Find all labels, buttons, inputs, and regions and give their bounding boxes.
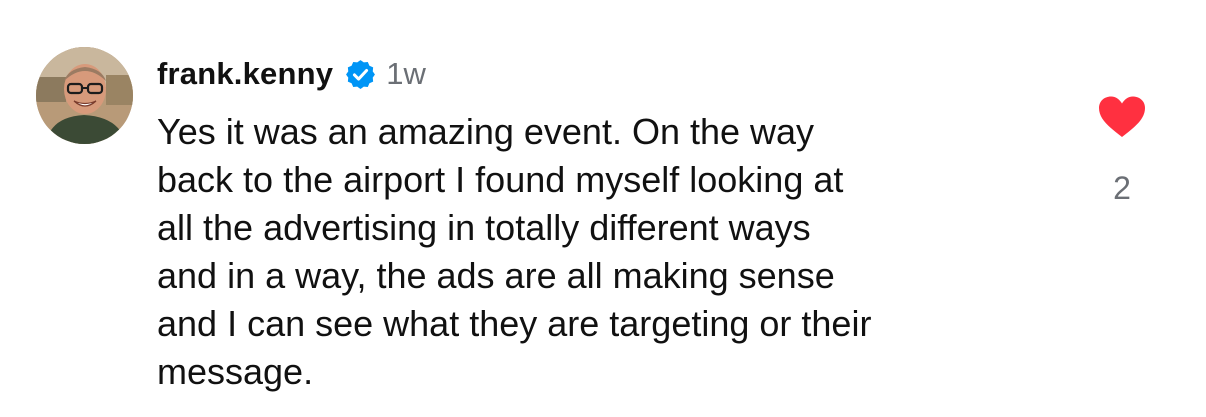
like-count[interactable]: 2 (1100, 170, 1144, 207)
comment-text: Yes it was an amazing event. On the way … (157, 108, 1057, 396)
comment-header: frank.kenny 1w (157, 52, 426, 96)
comment-line: all the advertising in totally different… (157, 207, 811, 248)
comment-line: back to the airport I found myself looki… (157, 159, 844, 200)
comment-line: Yes it was an amazing event. On the way (157, 111, 815, 152)
comment-line: message. (157, 351, 314, 392)
verified-badge-icon (344, 58, 377, 91)
comment-line: and I can see what they are targeting or… (157, 303, 872, 344)
heart-icon (1099, 96, 1145, 137)
username[interactable]: frank.kenny (157, 56, 333, 92)
avatar[interactable] (36, 47, 133, 144)
like-button[interactable] (1097, 95, 1147, 139)
timestamp: 1w (386, 56, 426, 91)
comment-item: frank.kenny 1w Yes it was an amazing eve… (0, 0, 1206, 417)
comment-line: and in a way, the ads are all making sen… (157, 255, 835, 296)
avatar-image (36, 47, 133, 144)
